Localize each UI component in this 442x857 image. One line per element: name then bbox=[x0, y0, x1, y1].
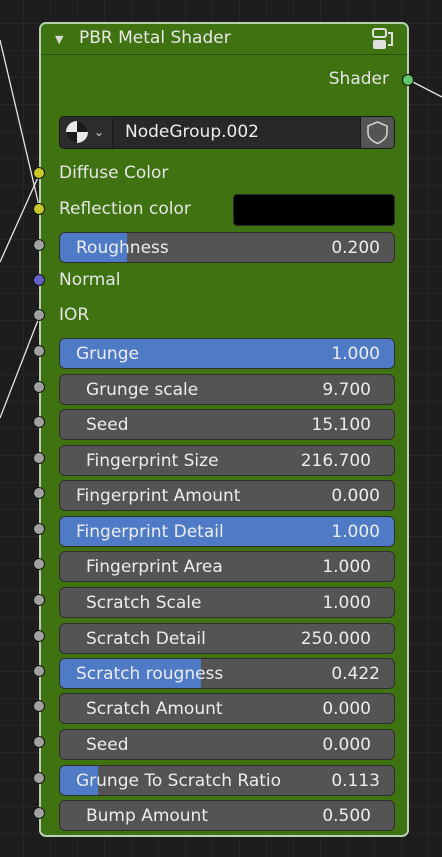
field-label: Roughness bbox=[76, 237, 169, 258]
field-value: 9.700 bbox=[322, 379, 371, 400]
link-wire bbox=[0, 39, 41, 211]
field-label: Grunge scale bbox=[86, 379, 199, 400]
shield-icon bbox=[367, 121, 388, 145]
slider-grunge-to-scratch-ratio-17[interactable]: Grunge To Scratch Ratio 0.113 bbox=[59, 764, 395, 796]
input-socket-scratch-scale-12[interactable] bbox=[33, 594, 45, 606]
node-group-name[interactable]: NodeGroup.002 bbox=[125, 122, 259, 142]
input-socket-reflection-color-1[interactable] bbox=[33, 203, 45, 215]
field-value: 0.500 bbox=[322, 805, 371, 826]
chevron-down-icon: ⌄ bbox=[94, 125, 105, 139]
field-label: Fingerprint Area bbox=[86, 556, 223, 577]
field-label: Scratch Amount bbox=[86, 698, 223, 719]
slider-roughness-2[interactable]: Roughness 0.200 bbox=[59, 231, 395, 263]
number-field-grunge-scale-6[interactable]: Grunge scale 9.700 bbox=[59, 373, 395, 405]
field-value: 0.422 bbox=[331, 663, 380, 684]
field-label: Scratch Detail bbox=[86, 628, 206, 649]
input-socket-fingerprint-detail-10[interactable] bbox=[33, 523, 45, 535]
output-socket-shader[interactable] bbox=[402, 74, 414, 86]
slider-grunge-5[interactable]: Grunge 1.000 bbox=[59, 337, 395, 369]
field-value: 0.200 bbox=[331, 237, 380, 258]
node-title: PBR Metal Shader bbox=[79, 28, 231, 48]
field-value: 0.000 bbox=[331, 485, 380, 506]
field-value: 0.000 bbox=[322, 734, 371, 755]
number-field-bump-amount-18[interactable]: Bump Amount 0.500 bbox=[59, 799, 395, 831]
input-label-normal-3: Normal bbox=[59, 270, 121, 290]
reflection-color-swatch[interactable] bbox=[233, 194, 395, 226]
output-label-shader: Shader bbox=[328, 69, 389, 89]
number-field-scratch-detail-13[interactable]: Scratch Detail 250.000 bbox=[59, 622, 395, 654]
number-field-fingerprint-area-11[interactable]: Fingerprint Area 1.000 bbox=[59, 550, 395, 582]
field-label: Grunge To Scratch Ratio bbox=[76, 770, 282, 791]
node-group-icon[interactable] bbox=[371, 27, 395, 51]
field-label: Bump Amount bbox=[86, 805, 208, 826]
field-label: Scratch rougness bbox=[76, 663, 224, 684]
input-socket-grunge-scale-6[interactable] bbox=[33, 381, 45, 393]
input-socket-ior-4[interactable] bbox=[33, 309, 45, 321]
node-header[interactable]: ▼ PBR Metal Shader bbox=[41, 24, 407, 55]
input-socket-bump-amount-18[interactable] bbox=[33, 807, 45, 819]
input-label-diffuse-color-0: Diffuse Color bbox=[59, 163, 169, 183]
field-label: Scratch Scale bbox=[86, 592, 202, 613]
input-socket-fingerprint-area-11[interactable] bbox=[33, 558, 45, 570]
triangle-down-icon[interactable]: ▼ bbox=[55, 33, 63, 46]
field-value: 1.000 bbox=[322, 556, 371, 577]
field-value: 1.000 bbox=[331, 343, 380, 364]
field-label: Fingerprint Detail bbox=[76, 521, 224, 542]
number-field-scratch-amount-15[interactable]: Scratch Amount 0.000 bbox=[59, 692, 395, 724]
input-socket-scratch-amount-15[interactable] bbox=[33, 700, 45, 712]
node-group-selector[interactable]: ⌄ NodeGroup.002 bbox=[59, 116, 395, 149]
input-label-reflection-color-1: Reflection color bbox=[59, 199, 191, 219]
input-socket-scratch-detail-13[interactable] bbox=[33, 630, 45, 642]
input-socket-roughness-2[interactable] bbox=[33, 239, 45, 251]
pbr-metal-shader-node[interactable]: ▼ PBR Metal Shader Shader ⌄ NodeGroup.00… bbox=[39, 22, 409, 837]
input-socket-normal-3[interactable] bbox=[33, 274, 45, 286]
link-wire bbox=[0, 314, 41, 419]
field-label: Grunge bbox=[76, 343, 139, 364]
link-wire bbox=[408, 79, 442, 98]
field-value: 0.113 bbox=[331, 770, 380, 791]
number-field-scratch-scale-12[interactable]: Scratch Scale 1.000 bbox=[59, 586, 395, 618]
field-value: 250.000 bbox=[300, 628, 371, 649]
input-socket-fingerprint-amount-9[interactable] bbox=[33, 487, 45, 499]
input-socket-diffuse-color-0[interactable] bbox=[33, 167, 45, 179]
material-ball-icon bbox=[66, 121, 88, 143]
group-type-dropdown[interactable]: ⌄ bbox=[60, 117, 113, 148]
fake-user-button[interactable] bbox=[360, 117, 394, 148]
field-label: Seed bbox=[86, 734, 129, 755]
input-socket-grunge-5[interactable] bbox=[33, 345, 45, 357]
input-socket-seed-16[interactable] bbox=[33, 736, 45, 748]
input-socket-scratch-rougness-14[interactable] bbox=[33, 665, 45, 677]
field-value: 1.000 bbox=[322, 592, 371, 613]
input-label-ior-4: IOR bbox=[59, 305, 90, 325]
input-socket-seed-7[interactable] bbox=[33, 416, 45, 428]
number-field-seed-7[interactable]: Seed 15.100 bbox=[59, 408, 395, 440]
field-value: 0.000 bbox=[322, 698, 371, 719]
number-field-fingerprint-size-8[interactable]: Fingerprint Size 216.700 bbox=[59, 444, 395, 476]
field-value: 15.100 bbox=[311, 414, 371, 435]
field-label: Fingerprint Amount bbox=[76, 485, 241, 506]
field-value: 216.700 bbox=[300, 450, 371, 471]
field-value: 1.000 bbox=[331, 521, 380, 542]
slider-fingerprint-amount-9[interactable]: Fingerprint Amount 0.000 bbox=[59, 479, 395, 511]
field-label: Fingerprint Size bbox=[86, 450, 219, 471]
slider-fingerprint-detail-10[interactable]: Fingerprint Detail 1.000 bbox=[59, 515, 395, 547]
number-field-seed-16[interactable]: Seed 0.000 bbox=[59, 728, 395, 760]
input-socket-fingerprint-size-8[interactable] bbox=[33, 452, 45, 464]
input-socket-grunge-to-scratch-ratio-17[interactable] bbox=[33, 772, 45, 784]
field-label: Seed bbox=[86, 414, 129, 435]
slider-scratch-rougness-14[interactable]: Scratch rougness 0.422 bbox=[59, 657, 395, 689]
